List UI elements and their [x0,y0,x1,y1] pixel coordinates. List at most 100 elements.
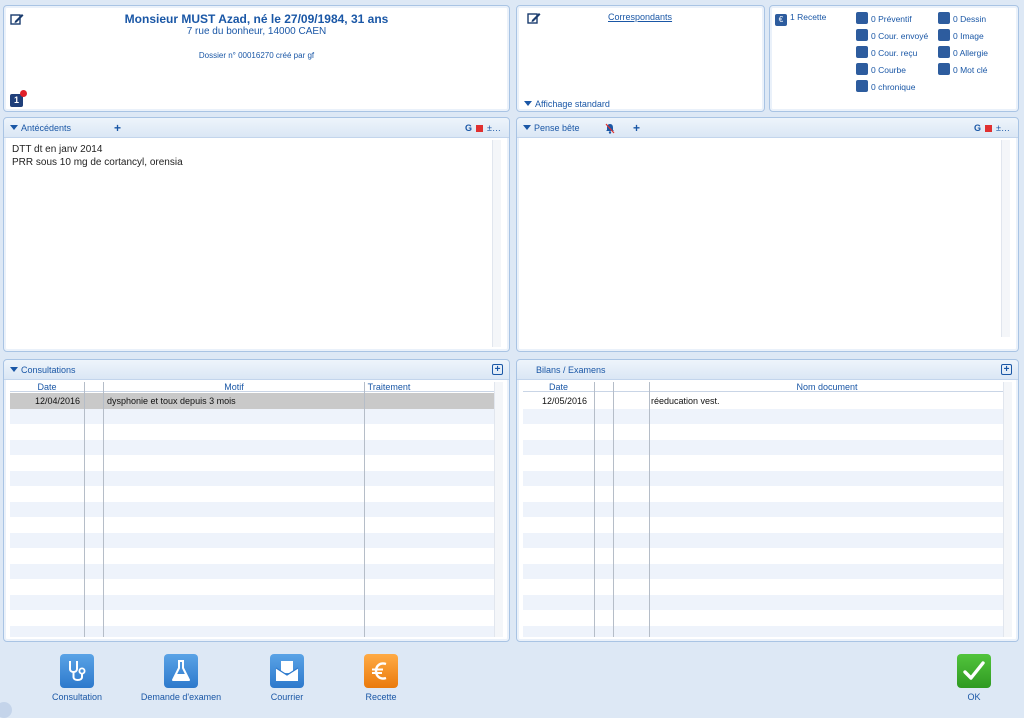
pense-bete-toggle[interactable]: Pense bête [523,123,580,133]
table-row[interactable]: 12/04/2016 dysphonie et toux depuis 3 mo… [10,393,494,409]
table-row[interactable] [523,408,1003,424]
g-button[interactable]: G [974,123,981,133]
pense-bete-scrollbar[interactable] [1001,140,1010,337]
antecedents-scrollbar[interactable] [492,140,501,347]
counters-panel: €1 Recette 0 Préventif 0 Dessin 0 Cour. … [769,5,1019,112]
column-divider[interactable] [649,382,650,637]
antecedents-toggle[interactable]: Antécédents [10,123,71,133]
table-row[interactable] [10,563,494,579]
table-row[interactable] [523,517,1003,533]
table-row[interactable] [523,424,1003,440]
counter-dessin[interactable]: 0 Dessin [938,12,986,24]
column-divider[interactable] [364,382,365,637]
column-header-nom-document[interactable]: Nom document [649,382,1003,392]
column-header-traitement[interactable]: Traitement [364,382,414,392]
cell-motif: dysphonie et toux depuis 3 mois [107,396,236,406]
bilans-scrollbar[interactable] [1003,382,1012,637]
counter-image[interactable]: 0 Image [938,29,984,41]
correspondants-link[interactable]: Correspondants [608,12,672,22]
consultation-button[interactable]: Consultation [44,654,110,702]
antecedent-line: DTT dt en janv 2014 [12,144,103,155]
table-row[interactable] [10,579,494,595]
table-row[interactable] [523,532,1003,548]
table-row[interactable] [523,594,1003,610]
counter-chronique[interactable]: 0 chronique [856,80,915,92]
antecedents-title: Antécédents [21,123,72,133]
bilans-table-header: Date Nom document [523,382,1003,392]
column-header-date[interactable]: Date [10,382,84,392]
table-row[interactable] [523,470,1003,486]
consultations-scrollbar[interactable] [494,382,503,637]
red-square-icon[interactable] [985,124,993,132]
column-divider[interactable] [103,382,104,637]
ok-button[interactable]: OK [954,654,994,702]
antecedents-header: Antécédents + G ±… [4,118,509,138]
table-row[interactable] [523,455,1003,471]
table-row[interactable] [523,579,1003,595]
more-options-button[interactable]: ±… [487,123,501,133]
notification-badge[interactable]: 1 [10,90,27,107]
bell-icon[interactable] [605,123,615,134]
display-mode-toggle[interactable]: Affichage standard [524,99,610,109]
table-row[interactable] [10,501,494,517]
table-row[interactable] [523,548,1003,564]
flask-icon [164,654,198,688]
consultations-toggle[interactable]: Consultations [10,365,76,375]
counter-cour-envoye[interactable]: 0 Cour. envoyé [856,29,928,41]
pense-bete-text[interactable] [523,140,998,336]
counter-courbe[interactable]: 0 Courbe [856,63,906,75]
antecedents-text[interactable]: DTT dt en janv 2014 PRR sous 10 mg de co… [12,143,489,169]
counter-allergie[interactable]: 0 Allergie [938,46,988,58]
table-row[interactable] [523,486,1003,502]
counter-mot-cle[interactable]: 0 Mot clé [938,63,988,75]
bilans-panel: Bilans / Examens + Date Nom document 12/… [516,359,1019,642]
bilans-rows: 12/05/2016 réeducation vest. [523,393,1003,637]
pense-bete-header: Pense bête + G ±… [517,118,1018,138]
envelope-icon [856,29,868,41]
table-row[interactable] [10,548,494,564]
add-bilan-button[interactable]: + [1001,364,1012,375]
g-button[interactable]: G [465,123,472,133]
courrier-button[interactable]: Courrier [262,654,312,702]
table-row[interactable] [10,470,494,486]
table-row[interactable] [523,625,1003,637]
recette-button[interactable]: Recette [356,654,406,702]
demande-examen-button[interactable]: Demande d'examen [133,654,229,702]
red-square-icon[interactable] [476,124,484,132]
add-note-button[interactable]: + [633,121,640,135]
add-antecedent-button[interactable]: + [114,121,121,135]
more-options-button[interactable]: ±… [996,123,1010,133]
table-row[interactable] [10,594,494,610]
table-row[interactable] [10,455,494,471]
table-row[interactable] [10,610,494,626]
table-row[interactable] [10,532,494,548]
table-row[interactable] [10,625,494,637]
table-row[interactable] [523,610,1003,626]
table-row[interactable] [10,439,494,455]
table-row[interactable]: 12/05/2016 réeducation vest. [523,393,1003,409]
table-row[interactable] [10,517,494,533]
drawing-icon [938,12,950,24]
table-row[interactable] [523,439,1003,455]
counter-recette[interactable]: €1 Recette [775,12,826,26]
consultations-panel: Consultations + Date Motif Traitement 12… [3,359,510,642]
column-header-motif[interactable]: Motif [104,382,364,392]
column-divider[interactable] [594,382,595,637]
euro-icon: € [775,14,787,26]
counter-cour-recu[interactable]: 0 Cour. reçu [856,46,917,58]
add-consultation-button[interactable]: + [492,364,503,375]
table-row[interactable] [10,408,494,424]
counter-preventif[interactable]: 0 Préventif [856,12,912,24]
column-divider[interactable] [613,382,614,637]
table-row[interactable] [523,563,1003,579]
column-divider[interactable] [84,382,85,637]
edit-icon[interactable] [527,11,541,25]
notification-dot-icon [20,90,27,97]
consultations-header: Consultations + [4,360,509,380]
table-row[interactable] [10,424,494,440]
ok-label: OK [967,692,981,702]
table-row[interactable] [10,486,494,502]
table-row[interactable] [523,501,1003,517]
consultations-table: Date Motif Traitement 12/04/2016 dysphon… [10,382,494,637]
column-header-date[interactable]: Date [523,382,594,392]
